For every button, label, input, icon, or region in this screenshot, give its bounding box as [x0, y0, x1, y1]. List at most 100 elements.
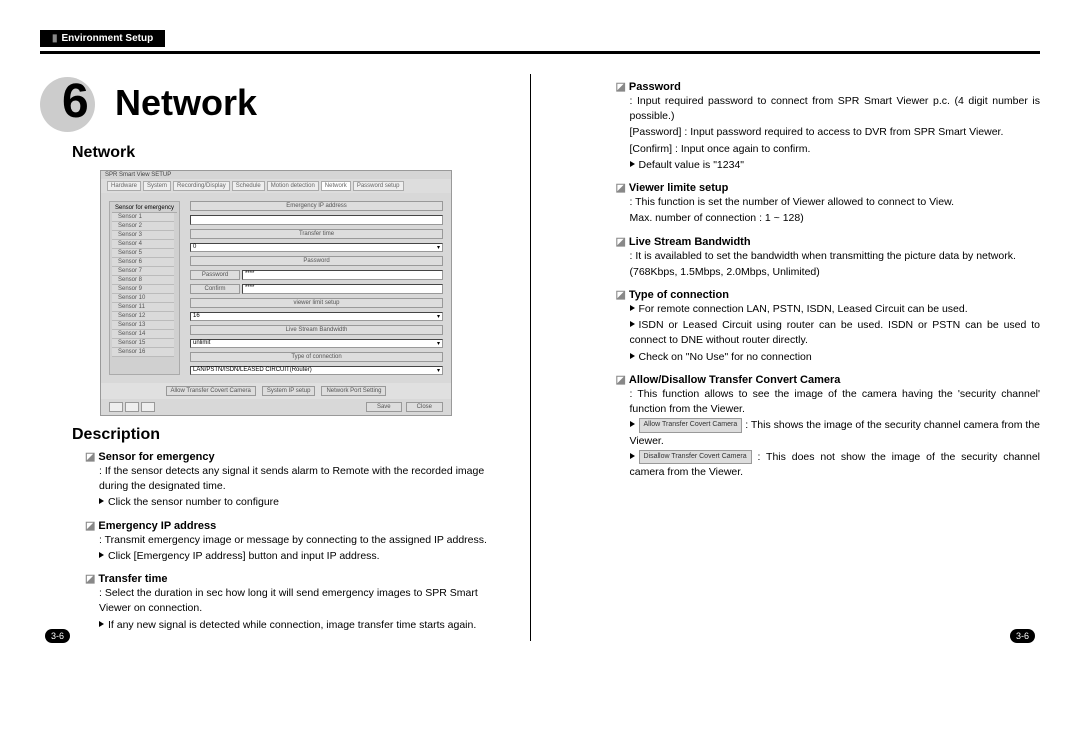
triangle-icon: [630, 305, 635, 311]
ss-sensor-item[interactable]: Sensor 13: [112, 321, 174, 330]
triangle-icon: [630, 453, 635, 459]
item-title: ◪Transfer time: [85, 572, 510, 585]
triangle-icon: [630, 321, 635, 327]
description-item: ◪Password: Input required password to co…: [616, 80, 1041, 173]
description-item: ◪Type of connectionFor remote connection…: [616, 288, 1041, 365]
triangle-icon: [99, 498, 104, 504]
ss-sensor-item[interactable]: Sensor 4: [112, 240, 174, 249]
bullet-icon: ◪: [85, 573, 95, 585]
ss-sensor-item[interactable]: Sensor 11: [112, 303, 174, 312]
ss-sensor-item[interactable]: Sensor 9: [112, 285, 174, 294]
bullet-icon: ◪: [616, 182, 626, 194]
item-title: ◪Emergency IP address: [85, 519, 510, 532]
ss-footer-button[interactable]: Close: [406, 402, 443, 412]
bullet-icon: ◪: [616, 374, 626, 386]
chevron-down-icon: ▾: [437, 313, 440, 320]
description-heading: Description: [72, 426, 510, 444]
bullet-icon: ◪: [85, 451, 95, 463]
ss-viewer-limit-label: viewer limit setup: [190, 298, 443, 308]
ss-sensor-item[interactable]: Sensor 16: [112, 348, 174, 357]
triangle-icon: [630, 353, 635, 359]
ss-tab[interactable]: Network: [321, 181, 351, 191]
ss-sensor-item[interactable]: Sensor 5: [112, 249, 174, 258]
ss-transfer-time-label: Transfer time: [190, 229, 443, 239]
ss-sensor-item[interactable]: Sensor 6: [112, 258, 174, 267]
item-body: : If the sensor detects any signal it se…: [99, 464, 510, 511]
item-body: : Transmit emergency image or message by…: [99, 533, 510, 564]
ss-confirm-lbl: Confirm: [190, 284, 240, 294]
ss-tab[interactable]: Hardware: [107, 181, 141, 191]
ss-emergency-ip-input[interactable]: [190, 215, 443, 225]
ss-bottom-button[interactable]: Network Port Setting: [321, 386, 386, 396]
ss-nav-icons: [109, 402, 155, 412]
ss-bottom-button[interactable]: System IP setup: [262, 386, 316, 396]
ss-window-title: SPR Smart View SETUP: [101, 171, 451, 179]
ss-sensor-item[interactable]: Sensor 10: [112, 294, 174, 303]
description-item: ◪Allow/Disallow Transfer Convert Camera:…: [616, 373, 1041, 480]
ss-sensor-item[interactable]: Sensor 8: [112, 276, 174, 285]
ss-tab[interactable]: Schedule: [232, 181, 265, 191]
chevron-down-icon: ▾: [437, 244, 440, 251]
ss-confirm-input[interactable]: ****: [242, 284, 443, 294]
embedded-screenshot: SPR Smart View SETUP HardwareSystemRecor…: [100, 170, 452, 416]
ss-sensor-item[interactable]: Sensor 7: [112, 267, 174, 276]
ss-footer-button[interactable]: Save: [366, 402, 402, 412]
inline-button[interactable]: Disallow Transfer Covert Camera: [639, 450, 752, 464]
bullet-icon: ◪: [616, 236, 626, 248]
description-item: ◪Emergency IP address: Transmit emergenc…: [85, 519, 510, 564]
bullet-icon: ◪: [616, 289, 626, 301]
ss-tab[interactable]: Motion detection: [267, 181, 319, 191]
ss-tab[interactable]: Recording/Display: [173, 181, 230, 191]
ss-sensor-panel: Sensor for emergency Sensor 1Sensor 2Sen…: [109, 201, 180, 375]
ss-live-stream-label: Live Stream Bandwidth: [190, 325, 443, 335]
triangle-icon: [99, 621, 104, 627]
ss-tab[interactable]: Password setup: [353, 181, 404, 191]
chapter-number: 6: [62, 74, 89, 129]
ss-conn-type-select[interactable]: LAN/PSTN/ISDN/LEASED CIRCUIT(Router)▾: [190, 366, 443, 375]
chapter-badge: 6 Network: [40, 74, 510, 134]
triangle-icon: [630, 421, 635, 427]
item-body: : This function allows to see the image …: [630, 387, 1041, 480]
ss-tab[interactable]: System: [143, 181, 171, 191]
triangle-icon: [630, 161, 635, 167]
page-number-left: 3-6: [45, 629, 70, 643]
item-body: : This function is set the number of Vie…: [630, 195, 1041, 226]
ss-sensor-item[interactable]: Sensor 14: [112, 330, 174, 339]
bullet-icon: ◪: [616, 81, 626, 93]
bullet-icon: ◪: [85, 520, 95, 532]
section-title: Network: [72, 144, 510, 162]
ss-password-header: Password: [190, 256, 443, 266]
ss-sensor-item[interactable]: Sensor 1: [112, 213, 174, 222]
ss-bottom-button[interactable]: Allow Transfer Covert Camera: [166, 386, 256, 396]
description-item: ◪Live Stream Bandwidth: It is availabled…: [616, 235, 1041, 280]
ss-sensor-item[interactable]: Sensor 15: [112, 339, 174, 348]
header-tab-label: Environment Setup: [62, 33, 154, 44]
ss-conn-type-label: Type of connection: [190, 352, 443, 362]
ss-sensor-item[interactable]: Sensor 2: [112, 222, 174, 231]
page-number-right: 3-6: [1010, 629, 1035, 643]
inline-button[interactable]: Allow Transfer Covert Camera: [639, 418, 743, 432]
ss-sensor-item[interactable]: Sensor 12: [112, 312, 174, 321]
chevron-down-icon: ▾: [437, 367, 440, 374]
chapter-title: Network: [115, 82, 257, 124]
description-item: ◪Sensor for emergency: If the sensor det…: [85, 450, 510, 511]
item-title: ◪Password: [616, 80, 1041, 93]
item-title: ◪Sensor for emergency: [85, 450, 510, 463]
item-title: ◪Viewer limite setup: [616, 181, 1041, 194]
ss-tabs: HardwareSystemRecording/DisplayScheduleM…: [101, 179, 451, 193]
ss-sensor-header: Sensor for emergency: [112, 204, 177, 213]
ss-password-input[interactable]: ****: [242, 270, 443, 280]
item-body: : Select the duration in sec how long it…: [99, 586, 510, 633]
ss-transfer-time-select[interactable]: 0▾: [190, 243, 443, 252]
header-bar: ▮Environment Setup: [40, 30, 1040, 47]
ss-password-lbl: Password: [190, 270, 240, 280]
header-tab: ▮Environment Setup: [40, 30, 165, 47]
ss-live-stream-select[interactable]: unlimit▾: [190, 339, 443, 348]
header-rule: [40, 51, 1040, 54]
ss-sensor-item[interactable]: Sensor 3: [112, 231, 174, 240]
ss-viewer-limit-select[interactable]: 16▾: [190, 312, 443, 321]
item-title: ◪Type of connection: [616, 288, 1041, 301]
ss-emergency-ip-btn[interactable]: Emergency IP address: [190, 201, 443, 211]
chevron-down-icon: ▾: [437, 340, 440, 347]
description-item: ◪Viewer limite setup: This function is s…: [616, 181, 1041, 226]
